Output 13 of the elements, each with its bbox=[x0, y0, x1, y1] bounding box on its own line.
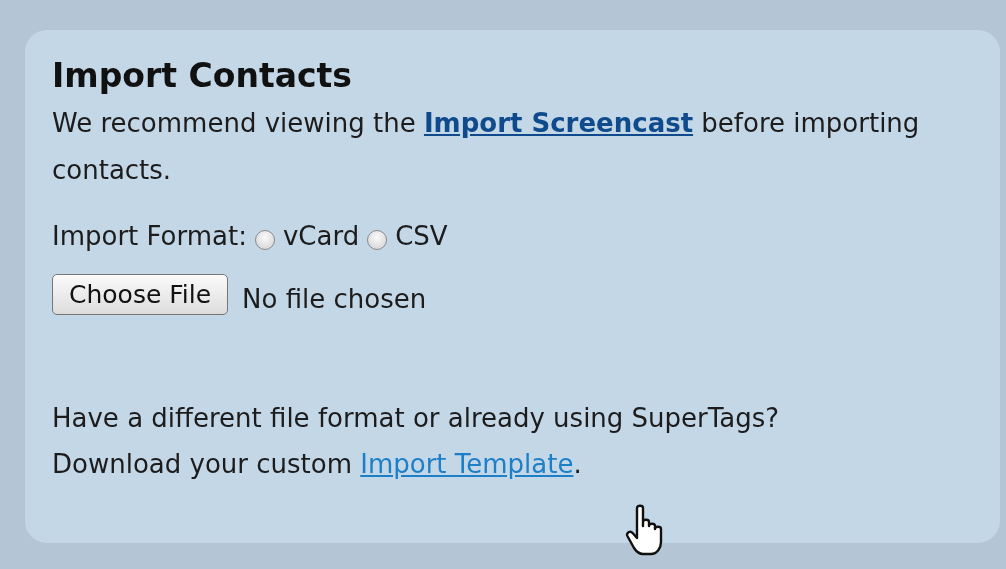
screencast-link[interactable]: Import Screencast bbox=[423, 108, 694, 138]
panel-title: Import Contacts bbox=[52, 55, 353, 97]
format-question: Have a different file format or already using SuperTags? bbox=[52, 402, 781, 435]
format-label: Import Format: bbox=[52, 221, 247, 251]
radio-button[interactable] bbox=[367, 230, 388, 250]
radio-label[interactable]: vCard bbox=[282, 221, 360, 251]
download-text: Download your custom Import Template. bbox=[52, 448, 583, 481]
choose-file-button[interactable]: Choose File bbox=[52, 274, 229, 315]
hand-cursor-icon bbox=[625, 504, 665, 556]
radio-button[interactable] bbox=[254, 230, 275, 250]
intro-text: We recommend viewing the Import Screencast before importing contacts. bbox=[52, 107, 921, 187]
file-status: No file chosen bbox=[242, 283, 427, 314]
radio-label[interactable]: CSV bbox=[395, 221, 448, 251]
